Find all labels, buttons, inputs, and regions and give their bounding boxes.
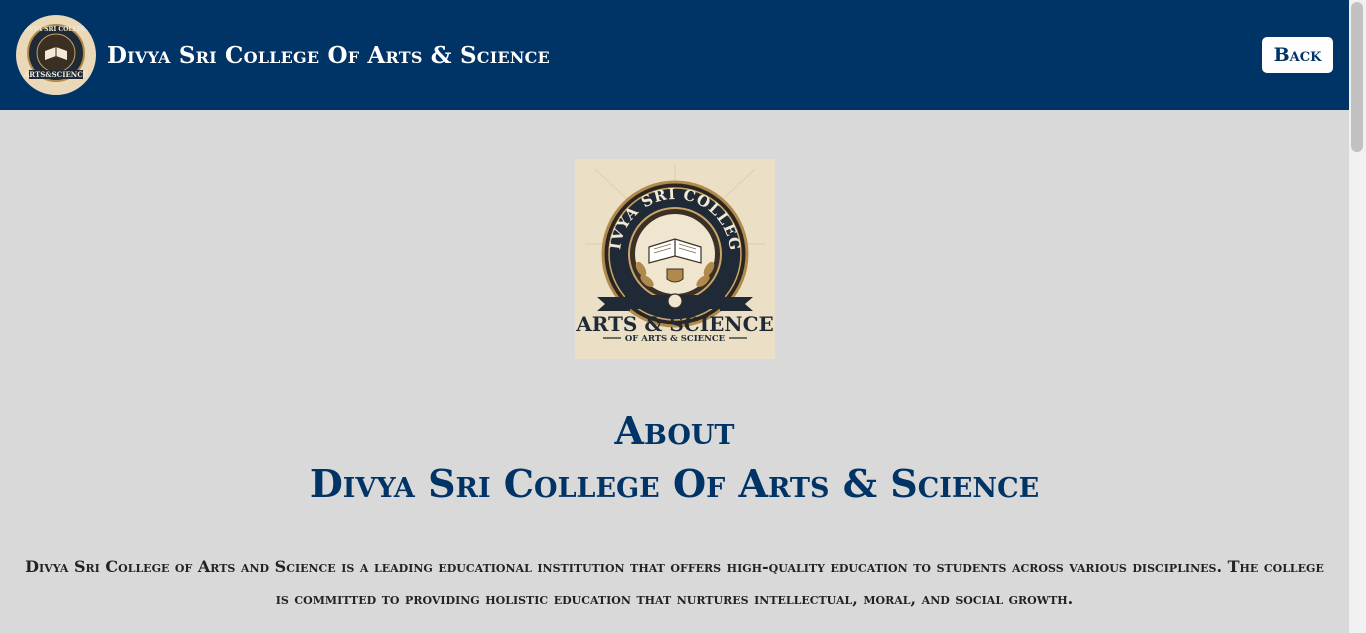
back-button[interactable]: Back — [1262, 37, 1333, 73]
about-college-name: Divya Sri College Of Arts & Science — [309, 461, 1040, 506]
svg-text:OF ARTS & SCIENCE: OF ARTS & SCIENCE — [625, 334, 726, 344]
about-heading: About Divya Sri College Of Arts & Scienc… — [0, 405, 1349, 511]
svg-text:DIVYA SRI COLLEGE: DIVYA SRI COLLEGE — [21, 26, 92, 33]
site-title: Divya Sri College Of Arts & Science — [107, 41, 550, 69]
scrollbar-thumb[interactable] — [1351, 2, 1363, 152]
college-emblem-icon: DIVYA SRI COLLEGE ARTS & SCIENCE — [575, 159, 775, 359]
svg-text:ARTS&SCIENCE: ARTS&SCIENCE — [23, 70, 88, 79]
site-header: ARTS&SCIENCE DIVYA SRI COLLEGE Divya Sri… — [0, 0, 1349, 110]
header-logo[interactable]: ARTS&SCIENCE DIVYA SRI COLLEGE — [16, 15, 96, 95]
about-title: About — [614, 408, 735, 453]
svg-text:ARTS & SCIENCE: ARTS & SCIENCE — [575, 312, 774, 336]
about-page: ARTS&SCIENCE DIVYA SRI COLLEGE Divya Sri… — [0, 0, 1366, 633]
college-emblem-icon: ARTS&SCIENCE DIVYA SRI COLLEGE — [17, 16, 95, 94]
college-logo: DIVYA SRI COLLEGE ARTS & SCIENCE — [575, 159, 775, 359]
about-paragraph: Divya Sri College of Arts and Science is… — [25, 557, 1324, 608]
